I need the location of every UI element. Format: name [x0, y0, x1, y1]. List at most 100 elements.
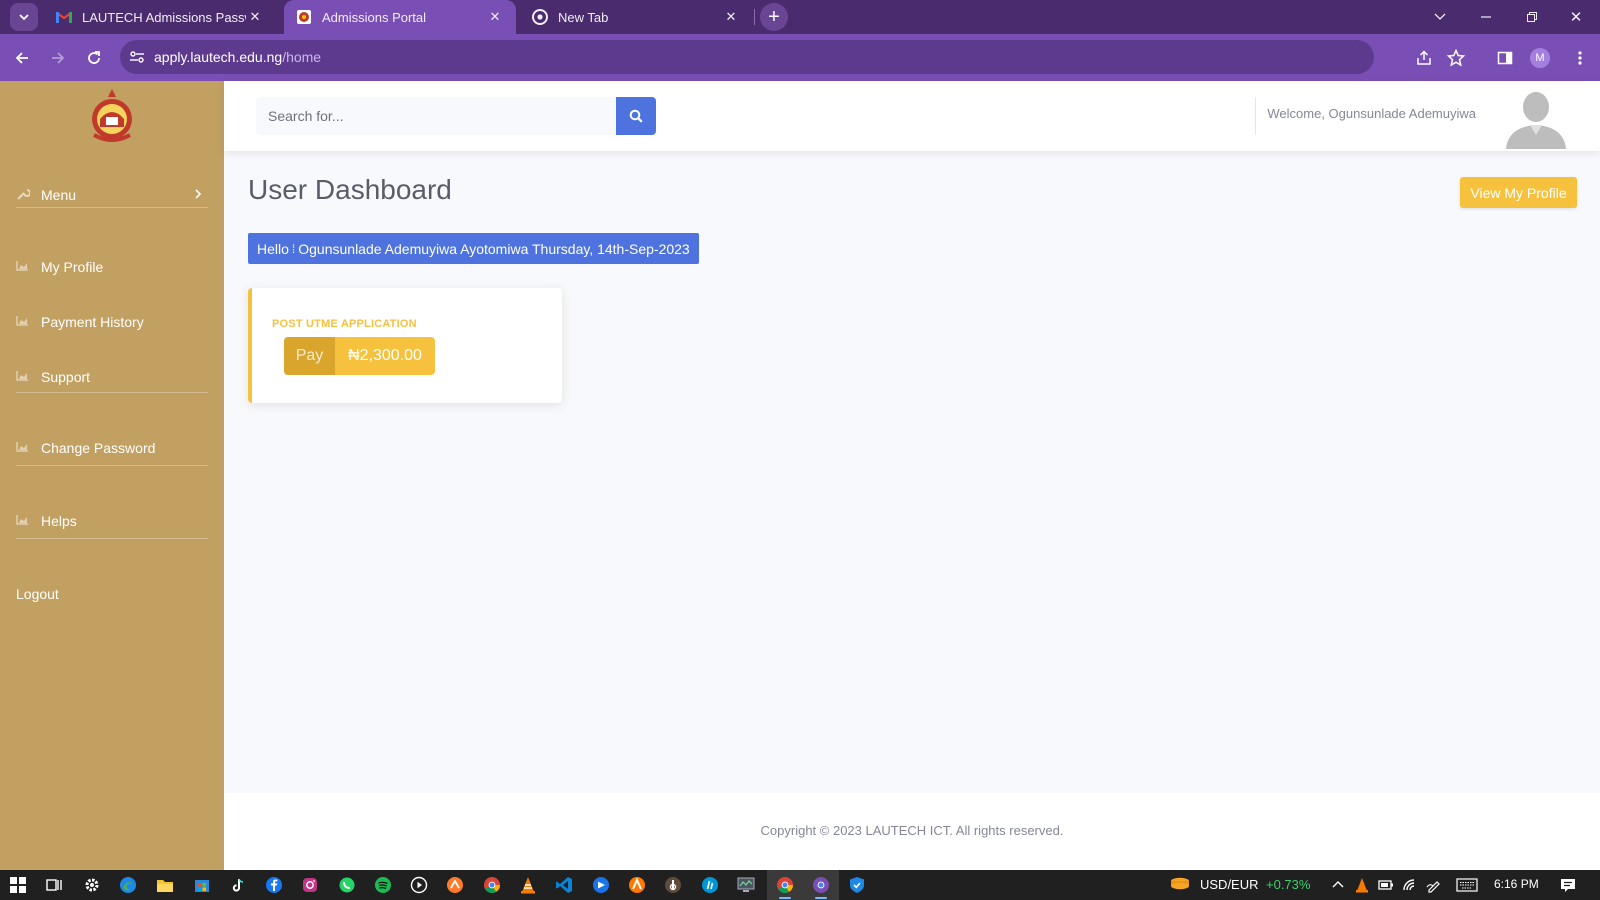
photos-icon[interactable]	[591, 875, 611, 895]
sidebar-item-label: Menu	[41, 187, 77, 203]
vlc-tray-icon[interactable]	[1354, 877, 1370, 893]
chevron-down-icon	[1434, 13, 1446, 20]
card-label: POST UTME APPLICATION	[272, 318, 417, 330]
media-player-icon[interactable]	[409, 875, 429, 895]
sidebar-item-payment-history[interactable]: Payment History	[16, 307, 208, 337]
avast-icon[interactable]	[627, 875, 647, 895]
copyright-text: Copyright © 2023 LAUTECH ICT. All rights…	[760, 823, 1064, 838]
chevron-right-icon	[194, 188, 202, 202]
user-avatar[interactable]	[1502, 85, 1570, 149]
file-explorer-icon[interactable]	[155, 875, 175, 895]
tab-admissions-portal[interactable]: Admissions Portal ✕	[284, 0, 516, 34]
lautech-crest-icon	[296, 9, 312, 25]
monitor-app-icon[interactable]	[736, 875, 756, 895]
gmail-icon	[56, 9, 72, 25]
arrow-right-icon	[52, 52, 65, 64]
pay-amount[interactable]: ₦2,300.00	[335, 337, 435, 375]
post-utme-card: POST UTME APPLICATION Pay ₦2,300.00	[248, 288, 562, 403]
search-button[interactable]	[616, 97, 656, 135]
settings-gear-icon[interactable]	[82, 875, 102, 895]
close-icon: ✕	[1569, 9, 1583, 26]
restore-icon	[1527, 12, 1537, 22]
reload-icon	[88, 51, 100, 64]
facebook-icon[interactable]	[264, 875, 284, 895]
side-panel-button[interactable]	[1493, 46, 1517, 70]
site-info-icon[interactable]	[120, 40, 154, 74]
clock-time[interactable]: 6:16 PM	[1494, 877, 1539, 891]
store-icon[interactable]	[192, 875, 212, 895]
close-icon[interactable]: ✕	[246, 8, 264, 26]
close-icon[interactable]: ✕	[486, 8, 504, 26]
greeting-separator: ⁞	[291, 241, 296, 256]
sidebar-item-label: Payment History	[41, 314, 144, 330]
lautech-logo[interactable]	[86, 87, 138, 149]
close-window-button[interactable]: ✕	[1556, 0, 1596, 34]
restore-button[interactable]	[1512, 0, 1552, 34]
keyboard-icon[interactable]	[1456, 877, 1478, 893]
search-input[interactable]	[256, 97, 616, 135]
vscode-icon[interactable]	[554, 875, 574, 895]
sidebar-divider	[16, 207, 208, 208]
battery-icon[interactable]	[1378, 877, 1394, 893]
notifications-icon[interactable]	[1560, 877, 1576, 893]
windows-start-icon[interactable]	[8, 875, 28, 895]
whatsapp-icon[interactable]	[337, 875, 357, 895]
sidebar-item-support[interactable]: Support	[16, 362, 208, 392]
instagram-icon[interactable]	[300, 875, 320, 895]
chart-area-icon	[16, 260, 41, 274]
chrome-running-icon[interactable]	[775, 875, 795, 899]
welcome-text[interactable]: Welcome, Ogunsunlade Ademuyiwa	[1267, 106, 1476, 121]
taskbar: USD/EUR +0.73% 6:16 PM	[0, 870, 1600, 900]
chevron-up-icon[interactable]	[1330, 877, 1346, 893]
bookmark-button[interactable]	[1444, 46, 1468, 70]
pay-button[interactable]: Pay	[284, 337, 335, 375]
close-icon[interactable]: ✕	[722, 8, 740, 26]
url-host: apply.lautech.edu.ng	[154, 49, 283, 65]
app-dark-icon[interactable]	[663, 875, 683, 895]
side-panel-icon	[1497, 51, 1513, 65]
tab-list-button[interactable]	[1420, 0, 1460, 34]
wifi-icon[interactable]	[1402, 877, 1418, 893]
sidebar-item-label: Change Password	[41, 440, 156, 456]
reload-button[interactable]	[80, 44, 108, 72]
pen-icon[interactable]	[1426, 877, 1442, 893]
sidebar-item-logout[interactable]: Logout	[16, 579, 208, 609]
chrome-profile-running-icon[interactable]	[811, 875, 831, 899]
hp-icon[interactable]	[700, 875, 720, 895]
sidebar-item-change-password[interactable]: Change Password	[16, 433, 208, 463]
spotify-icon[interactable]	[373, 875, 393, 895]
share-button[interactable]	[1412, 46, 1436, 70]
greeting-banner: Hello ⁞ Ogunsunlade Ademuyiwa Ayotomiwa …	[248, 233, 699, 264]
tab-lautech-password[interactable]: LAUTECH Admissions Password ✕	[44, 0, 276, 34]
chrome-icon[interactable]	[482, 875, 502, 895]
edge-browser-icon[interactable]	[118, 875, 138, 895]
forward-button[interactable]	[44, 44, 72, 72]
address-bar[interactable]: apply.lautech.edu.ng/home	[120, 40, 1374, 74]
vlc-icon[interactable]	[518, 875, 538, 895]
back-button[interactable]	[8, 44, 36, 72]
tab-title: New Tab	[558, 9, 609, 25]
chart-area-icon	[16, 514, 41, 528]
ticker-change: +0.73%	[1266, 877, 1311, 892]
sidebar-item-helps[interactable]: Helps	[16, 506, 208, 536]
app-orange-icon[interactable]	[445, 875, 465, 895]
sidebar-item-label: Logout	[16, 586, 59, 602]
sidebar-item-my-profile[interactable]: My Profile	[16, 252, 208, 282]
new-tab-button[interactable]: +	[760, 3, 788, 31]
page-title: User Dashboard	[248, 174, 452, 205]
tiktok-icon[interactable]	[228, 875, 248, 895]
tab-search-button[interactable]	[10, 3, 38, 31]
view-profile-button[interactable]: View My Profile	[1460, 177, 1577, 208]
currency-coins-icon[interactable]	[1168, 873, 1192, 897]
browser-profile-avatar[interactable]: M	[1530, 48, 1550, 68]
pay-button-group: Pay ₦2,300.00	[284, 337, 435, 375]
greeting-name-date: Ogunsunlade Ademuyiwa Ayotomiwa Thursday…	[298, 240, 690, 257]
tab-new-tab[interactable]: New Tab ✕	[520, 0, 752, 34]
minimize-button[interactable]	[1466, 0, 1506, 34]
ticker-symbol[interactable]: USD/EUR	[1200, 877, 1259, 892]
sidebar-divider	[16, 392, 208, 393]
task-view-icon[interactable]	[44, 875, 64, 895]
browser-menu-button[interactable]	[1568, 46, 1592, 70]
security-shield-icon[interactable]	[847, 875, 867, 895]
sidebar-item-menu[interactable]: Menu	[16, 180, 208, 210]
